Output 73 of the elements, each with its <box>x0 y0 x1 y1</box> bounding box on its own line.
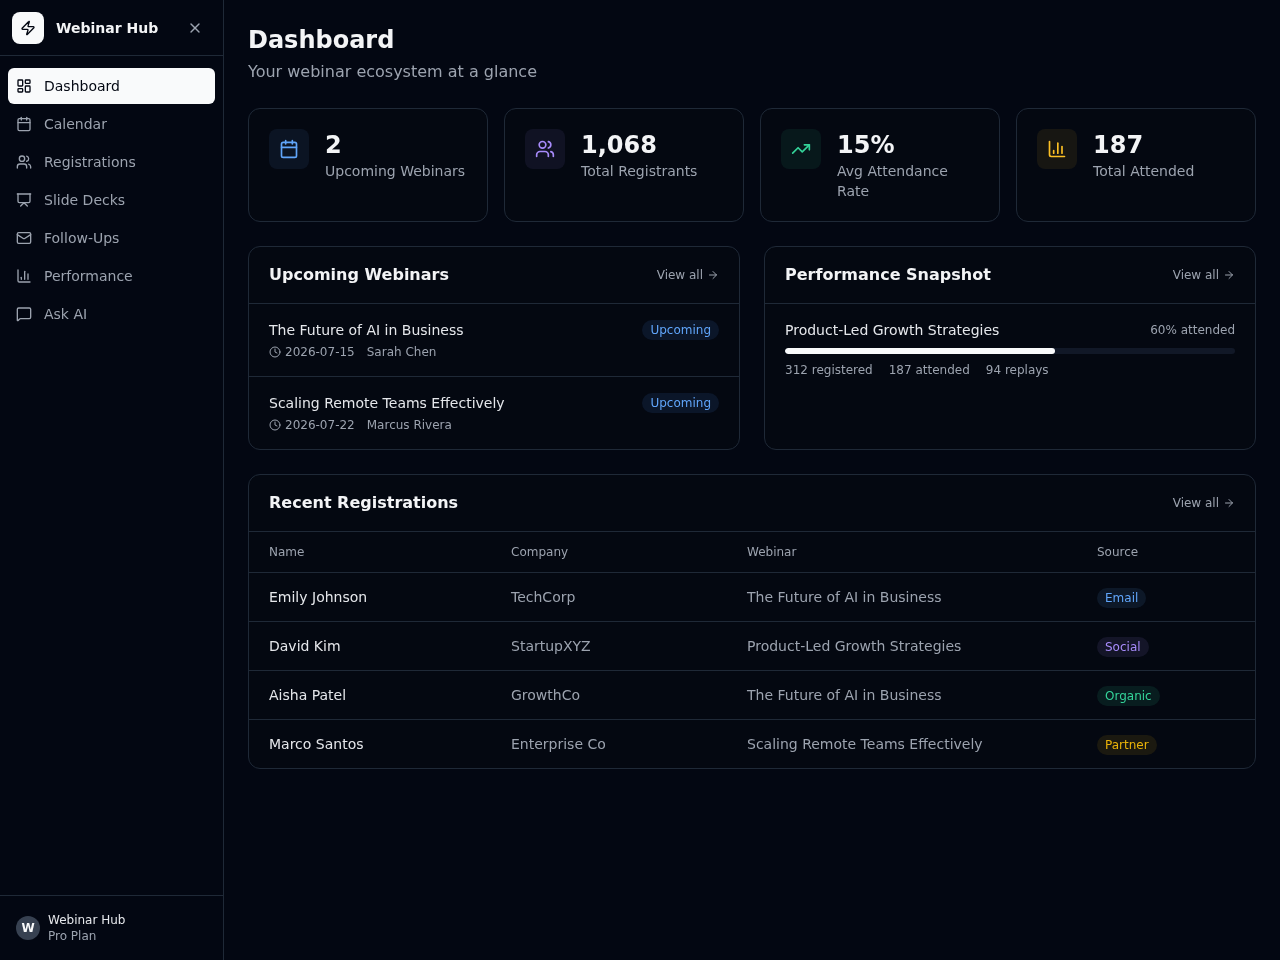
panel-title: Recent Registrations <box>269 492 459 514</box>
source-tag: Partner <box>1097 735 1157 755</box>
column-header: Webinar <box>727 532 1077 573</box>
brand-name: Webinar Hub <box>56 18 159 38</box>
dashboard-icon <box>16 78 32 94</box>
stat-label: Avg Attendance Rate <box>837 162 949 201</box>
page-title: Dashboard <box>248 25 396 56</box>
clock-icon <box>269 419 281 431</box>
column-header: Source <box>1077 532 1255 573</box>
stat-label: Total Attended <box>1093 162 1195 181</box>
plan-label: Pro Plan <box>48 928 98 944</box>
arrow-right-icon <box>1223 269 1235 281</box>
view-all-link[interactable]: View all <box>656 267 719 283</box>
table-cell: GrowthCo <box>491 670 727 720</box>
clock-icon <box>269 346 281 358</box>
arrow-right-icon <box>707 269 719 281</box>
table-cell: Enterprise Co <box>491 719 727 768</box>
webinar-title: Product-Led Growth Strategies <box>785 321 1000 340</box>
table-cell: Emily Johnson <box>249 572 491 622</box>
lightning-logo-icon <box>12 11 44 44</box>
panel-title: Performance Snapshot <box>785 264 991 286</box>
arrow-right-icon <box>1223 497 1235 509</box>
nav-item[interactable]: Dashboard <box>8 68 215 104</box>
table-cell: Scaling Remote Teams Effectively <box>727 719 1077 768</box>
people-icon <box>16 154 32 170</box>
table-cell: The Future of AI in Business <box>727 572 1077 622</box>
webinar-date: 2026-07-15 <box>285 344 355 360</box>
view-all-link[interactable]: View all <box>1172 495 1235 511</box>
nav-item[interactable]: Performance <box>8 258 215 294</box>
view-all-link[interactable]: View all <box>1172 267 1235 283</box>
webinar-host: Sarah Chen <box>366 344 437 360</box>
calendar-icon <box>16 116 32 132</box>
attendance-rate: 60% attended <box>1150 322 1235 338</box>
page-subtitle: Your webinar ecosystem at a glance <box>248 61 538 83</box>
stat-value: 15% <box>837 130 896 161</box>
presentation-board-icon <box>16 192 32 208</box>
source-tag: Email <box>1097 588 1147 608</box>
nav-item[interactable]: Ask AI <box>8 296 215 332</box>
table-cell: TechCorp <box>491 572 727 622</box>
table-cell: Aisha Patel <box>249 670 491 720</box>
avatar: W <box>16 916 40 940</box>
chat-bubble-icon <box>16 306 32 322</box>
nav-item[interactable]: Registrations <box>8 144 215 180</box>
replay-count: 94 replays <box>985 362 1049 378</box>
table-cell: Marco Santos <box>249 719 491 768</box>
stat-value: 1,068 <box>581 130 658 161</box>
table-cell: David Kim <box>249 621 491 671</box>
bar-chart-icon <box>16 268 32 284</box>
column-header: Company <box>491 532 727 573</box>
status-badge: Upcoming <box>642 393 719 413</box>
panel-title: Upcoming Webinars <box>269 264 449 286</box>
table-cell: StartupXYZ <box>491 621 727 671</box>
envelope-icon <box>16 230 32 246</box>
table-cell: Product-Led Growth Strategies <box>727 621 1077 671</box>
source-tag: Social <box>1097 637 1149 657</box>
nav-item[interactable]: Calendar <box>8 106 215 142</box>
webinar-host: Marcus Rivera <box>366 417 452 433</box>
stat-value: 187 <box>1093 130 1145 161</box>
column-header: Name <box>249 532 491 573</box>
stat-value: 2 <box>325 130 343 161</box>
registered-count: 312 registered <box>785 362 873 378</box>
status-badge: Upcoming <box>642 320 719 340</box>
account-name: Webinar Hub <box>48 912 126 928</box>
nav-item[interactable]: Follow-Ups <box>8 220 215 256</box>
attended-count: 187 attended <box>888 362 970 378</box>
webinar-date: 2026-07-22 <box>285 417 355 433</box>
webinar-title: Scaling Remote Teams Effectively <box>269 394 505 413</box>
webinar-title: The Future of AI in Business <box>269 321 464 340</box>
nav-item[interactable]: Slide Decks <box>8 182 215 218</box>
stat-label: Upcoming Webinars <box>325 162 466 181</box>
stat-label: Total Registrants <box>581 162 698 181</box>
table-cell: The Future of AI in Business <box>727 670 1077 720</box>
source-tag: Organic <box>1097 686 1160 706</box>
